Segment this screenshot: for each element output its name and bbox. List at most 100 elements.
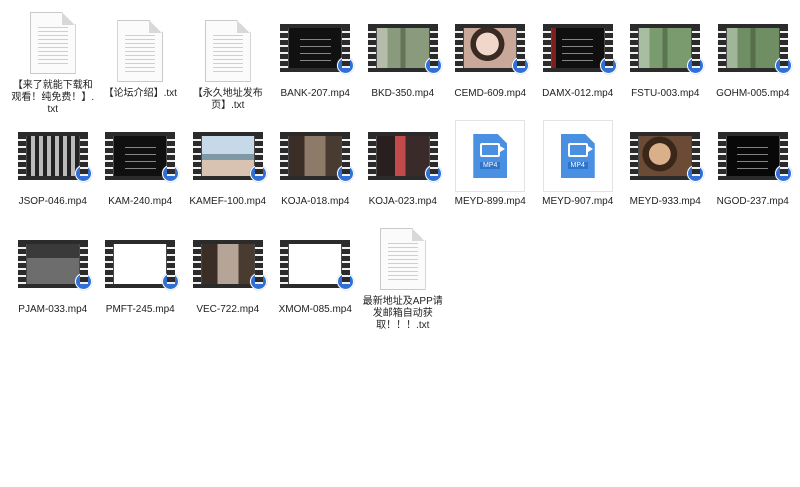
- text-document-icon: [379, 228, 426, 290]
- video-frame: [551, 28, 604, 68]
- file-name-label: BANK-207.mp4: [280, 88, 350, 99]
- file-item[interactable]: ↻ GOHM-005.mp4: [709, 8, 797, 116]
- file-item[interactable]: ↻ KOJA-018.mp4: [272, 116, 360, 224]
- file-name-label: KOJA-023.mp4: [368, 196, 437, 207]
- video-filmstrip-icon: ↻: [105, 240, 180, 290]
- video-filmstrip-icon: ↻: [280, 132, 355, 182]
- cloud-sync-icon: ↻: [687, 57, 705, 74]
- mp4-file-icon: MP4: [455, 120, 526, 192]
- file-name-label: 【永久地址发布页】.txt: [192, 88, 263, 111]
- file-item[interactable]: 【论坛介绍】.txt: [97, 8, 185, 116]
- cloud-sync-icon: ↻: [249, 165, 267, 182]
- file-name-label: KOJA-018.mp4: [281, 196, 350, 207]
- file-thumbnail: ↻: [275, 116, 355, 192]
- file-thumbnail: ↻: [100, 116, 180, 192]
- file-item[interactable]: MP4 MEYD-907.mp4: [534, 116, 622, 224]
- file-grid: 【来了就能下载和观看！纯免费！】.txt 【论坛介绍】.txt 【永久地址发布页】.…: [9, 8, 797, 332]
- file-item[interactable]: 最新地址及APP请发邮箱自动获取！！！.txt: [359, 224, 447, 332]
- video-filmstrip-icon: ↻: [542, 24, 617, 74]
- file-thumbnail: [363, 224, 443, 292]
- video-frame: [114, 136, 167, 176]
- video-frame: [201, 136, 254, 176]
- file-item[interactable]: ↻ BANK-207.mp4: [272, 8, 360, 116]
- file-item[interactable]: 【永久地址发布页】.txt: [184, 8, 272, 116]
- video-frame: [376, 136, 429, 176]
- video-filmstrip-icon: ↻: [17, 132, 92, 182]
- file-item[interactable]: ↻ KAM-240.mp4: [97, 116, 185, 224]
- file-item[interactable]: ↻ PMFT-245.mp4: [97, 224, 185, 332]
- mp4-tag: MP4: [480, 162, 501, 169]
- file-name-label: KAMEF-100.mp4: [189, 196, 267, 207]
- file-thumbnail: [13, 8, 93, 76]
- file-name-label: BKD-350.mp4: [371, 88, 435, 99]
- file-name-label: 【来了就能下载和观看！纯免费！】.txt: [11, 80, 95, 115]
- file-thumbnail: ↻: [625, 116, 705, 192]
- cloud-sync-icon: ↻: [74, 165, 92, 182]
- file-item[interactable]: ↻ KAMEF-100.mp4: [184, 116, 272, 224]
- video-frame: [26, 244, 79, 284]
- file-name-label: 【论坛介绍】.txt: [103, 88, 177, 99]
- video-filmstrip-icon: ↻: [105, 132, 180, 182]
- file-name-label: KAM-240.mp4: [108, 196, 173, 207]
- file-thumbnail: ↻: [275, 224, 355, 300]
- file-name-label: MEYD-933.mp4: [629, 196, 701, 207]
- cloud-sync-icon: ↻: [162, 273, 180, 290]
- file-name-label: DAMX-012.mp4: [542, 88, 614, 99]
- file-item[interactable]: ↻ JSOP-046.mp4: [9, 116, 97, 224]
- file-thumbnail: ↻: [188, 224, 268, 300]
- video-filmstrip-icon: ↻: [367, 24, 442, 74]
- file-item[interactable]: ↻ FSTU-003.mp4: [622, 8, 710, 116]
- video-frame: [639, 28, 692, 68]
- mp4-file-icon: MP4: [542, 120, 613, 192]
- cloud-sync-icon: ↻: [424, 57, 442, 74]
- file-item[interactable]: ↻ KOJA-023.mp4: [359, 116, 447, 224]
- file-name-label: MEYD-899.mp4: [454, 196, 526, 207]
- file-thumbnail: ↻: [713, 116, 793, 192]
- file-item[interactable]: ↻ PJAM-033.mp4: [9, 224, 97, 332]
- file-name-label: CEMD-609.mp4: [454, 88, 527, 99]
- file-thumbnail: ↻: [538, 8, 618, 84]
- video-filmstrip-icon: ↻: [630, 132, 705, 182]
- video-filmstrip-icon: ↻: [192, 240, 267, 290]
- file-item[interactable]: ↻ VEC-722.mp4: [184, 224, 272, 332]
- video-frame: [201, 244, 254, 284]
- file-name-label: NGOD-237.mp4: [716, 196, 789, 207]
- video-frame: [26, 136, 79, 176]
- file-item[interactable]: MP4 MEYD-899.mp4: [447, 116, 535, 224]
- file-thumbnail: ↻: [13, 224, 93, 300]
- cloud-sync-icon: ↻: [774, 57, 792, 74]
- video-frame: [289, 136, 342, 176]
- file-item[interactable]: 【来了就能下载和观看！纯免费！】.txt: [9, 8, 97, 116]
- file-name-label: PMFT-245.mp4: [105, 304, 175, 315]
- file-name-label: JSOP-046.mp4: [18, 196, 87, 207]
- cloud-sync-icon: ↻: [424, 165, 442, 182]
- file-name-label: MEYD-907.mp4: [542, 196, 614, 207]
- cloud-sync-icon: ↻: [74, 273, 92, 290]
- file-thumbnail: ↻: [625, 8, 705, 84]
- file-item[interactable]: ↻ BKD-350.mp4: [359, 8, 447, 116]
- cloud-sync-icon: ↻: [687, 165, 705, 182]
- video-filmstrip-icon: ↻: [17, 240, 92, 290]
- video-filmstrip-icon: ↻: [717, 132, 792, 182]
- file-name-label: XMOM-085.mp4: [278, 304, 352, 315]
- text-document-icon: [117, 20, 164, 82]
- file-item[interactable]: ↻ XMOM-085.mp4: [272, 224, 360, 332]
- file-thumbnail: ↻: [188, 116, 268, 192]
- video-filmstrip-icon: ↻: [717, 24, 792, 74]
- file-thumbnail: MP4: [450, 116, 530, 192]
- cloud-sync-icon: ↻: [599, 57, 617, 74]
- file-thumbnail: ↻: [363, 8, 443, 84]
- video-frame: [726, 136, 779, 176]
- cloud-sync-icon: ↻: [337, 165, 355, 182]
- video-filmstrip-icon: ↻: [280, 240, 355, 290]
- file-item[interactable]: ↻ NGOD-237.mp4: [709, 116, 797, 224]
- file-item[interactable]: ↻ CEMD-609.mp4: [447, 8, 535, 116]
- mp4-tag: MP4: [567, 162, 588, 169]
- file-thumbnail: [100, 8, 180, 84]
- file-thumbnail: ↻: [363, 116, 443, 192]
- video-filmstrip-icon: ↻: [192, 132, 267, 182]
- cloud-sync-icon: ↻: [337, 57, 355, 74]
- file-item[interactable]: ↻ DAMX-012.mp4: [534, 8, 622, 116]
- file-name-label: GOHM-005.mp4: [716, 88, 790, 99]
- file-item[interactable]: ↻ MEYD-933.mp4: [622, 116, 710, 224]
